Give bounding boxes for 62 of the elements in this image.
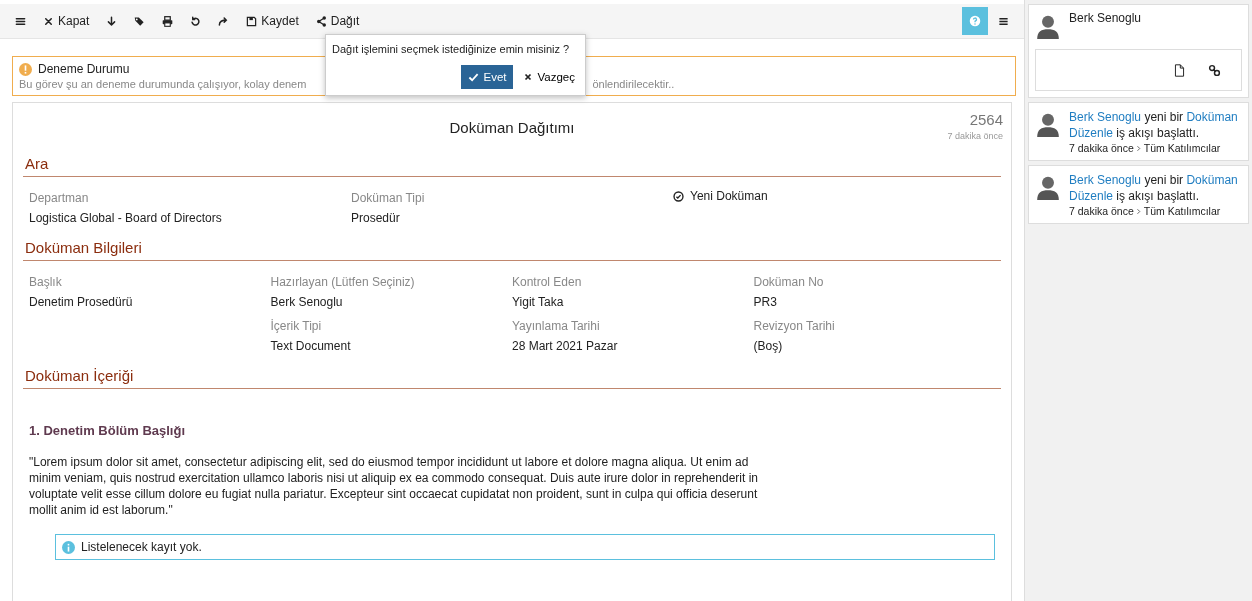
check-icon [468,71,480,83]
activity-audience: Tüm Katılımcılar [1143,142,1221,154]
section-title: Ara [23,149,1001,177]
timestamp: 7 dakika önce [947,131,1003,141]
content-heading: 1. Denetim Bölüm Başlığı [29,423,187,438]
warning-icon [19,62,32,76]
field-label: İçerik Tipi [270,319,323,333]
field-label: Revizyon Tarihi [753,319,836,333]
checkbox-label: Yeni Doküman [690,189,768,203]
confirm-question: Dağıt işlemini seçmek istediğinize emin misiniz ? [332,43,571,55]
tags-icon [134,15,146,27]
field-label: Doküman No [753,275,825,289]
field-value: Yigit Taka [512,295,565,309]
field-value: 28 Mart 2021 Pazar [512,339,619,353]
alert-text: Bu görev şu an deneme durumunda çalışıyor, kolay denem [19,78,307,90]
field-label: Kontrol Eden [512,275,583,289]
info-text: Listelenecek kayıt yok. [81,540,202,554]
field-value: PR3 [753,295,778,309]
menu-icon [15,15,26,27]
activity-time: 7 dakika önce [1069,142,1134,154]
share-icon [315,15,327,27]
activity-audience: Tüm Katılımcılar [1143,205,1221,217]
field-label: Doküman Tipi [351,191,426,205]
document-icon[interactable] [1173,63,1186,77]
alert-text: önlendirilecektir.. [592,78,675,90]
section-title: Doküman Bilgileri [23,233,1001,261]
print-icon [162,15,174,27]
user-name: Berk Senoglu [1069,11,1142,27]
field-value: Denetim Prosedürü [29,295,134,309]
field-value: Text Document [270,339,352,353]
info-icon [62,540,75,554]
redo-icon [218,15,230,27]
field-value: Berk Senoglu [270,295,344,309]
menu-icon [998,15,1009,27]
close-icon [523,72,534,82]
link-icon[interactable] [1208,63,1221,77]
field-label: Başlık [29,275,63,289]
activity-text: Berk Senoglu yeni bir Doküman Düzenle iş akışı başlattı. [1069,172,1239,204]
down-arrow-icon [106,15,118,27]
field-value: Prosedür [351,211,401,225]
section-title: Doküman İçeriği [23,361,1001,389]
yes-button[interactable]: Evet [461,65,514,89]
field-value: Logistica Global - Board of Directors [29,211,223,225]
toolbar-button[interactable]: Kapat [36,10,97,32]
activity-text: Berk Senoglu yeni bir Doküman Düzenle iş akışı başlattı. [1069,109,1239,141]
close-icon [43,15,54,27]
help-icon [969,15,981,27]
field-value: (Boş) [753,339,784,353]
checked-circle-icon[interactable] [673,190,684,202]
field-label: Hazırlayan (Lütfen Seçiniz) [270,275,416,289]
record-number: 2564 [968,111,1003,128]
floppy-icon [246,15,258,27]
field-label: Departman [29,191,90,205]
toolbar-button[interactable]: Kaydet [239,10,306,32]
activity-time: 7 dakika önce [1069,205,1134,217]
alert-title: Deneme Durumu [38,62,130,76]
toolbar-button[interactable]: Dağıt [308,10,367,32]
undo-icon [190,15,202,27]
form-title: Doküman Dağıtımı [449,119,575,138]
field-label: Yayınlama Tarihi [512,319,601,333]
content-paragraph: "Lorem ipsum dolor sit amet, consectetur adipiscing elit, sed do eiusmod tempor incididunt ut labore et dolore magna aliqua. Ut enim ad minim veniam, quis nostrud exercitation ullamco laboris nisi ut aliquip ex ea commodo consequat. Duis aute irure dolor in reprehenderit in voluptate velit esse cillum dolore eu fugiat nulla pariatur. Excepteur sint occaecat cupidatat non proident, sunt in culpa qui officia deserunt mollit anim id est laborum." [29,454,760,518]
cancel-button[interactable]: Vazgeç [519,65,579,89]
